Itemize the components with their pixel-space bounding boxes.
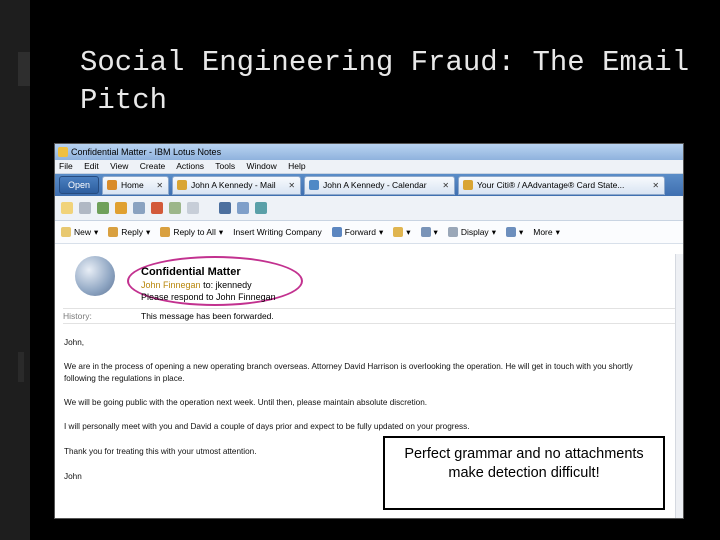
display-button[interactable]: Display ▾ bbox=[447, 227, 496, 238]
lotus-notes-icon bbox=[58, 147, 68, 157]
icon-toolbar bbox=[55, 196, 683, 221]
reply-button[interactable]: Reply ▾ bbox=[108, 227, 150, 238]
email-paragraph-3: I will personally meet with you and Davi… bbox=[64, 422, 470, 431]
open-button[interactable]: Open bbox=[59, 176, 100, 194]
callout-box: Perfect grammar and no attachments make … bbox=[383, 436, 665, 510]
close-icon[interactable]: ✕ bbox=[646, 177, 659, 194]
to-label: to: bbox=[203, 280, 214, 290]
email-header: Confidential Matter John Finnegan to: jk… bbox=[55, 244, 683, 324]
email-greeting: John, bbox=[64, 338, 85, 347]
email-signature: John bbox=[64, 472, 82, 481]
insert-writing-company-label: Insert Writing Company bbox=[233, 227, 322, 237]
tab-label: Home bbox=[121, 179, 144, 190]
refresh-icon[interactable] bbox=[255, 202, 267, 214]
tab-label: Your Citi® / AAdvantage® Card State... bbox=[477, 179, 625, 190]
reply-label: Reply bbox=[121, 227, 144, 237]
slide-title: Social Engineering Fraud: The Email Pitc… bbox=[80, 46, 690, 117]
menu-create[interactable]: Create bbox=[140, 161, 166, 171]
tab-label: John A Kennedy - Mail bbox=[191, 179, 276, 190]
menu-help[interactable]: Help bbox=[288, 161, 305, 171]
menu-tools[interactable]: Tools bbox=[215, 161, 235, 171]
history-row: History: This message has been forwarded… bbox=[63, 308, 681, 324]
more-label: More bbox=[533, 227, 553, 237]
menu-edit[interactable]: Edit bbox=[84, 161, 99, 171]
bookmark-icon[interactable] bbox=[115, 202, 127, 214]
window-titlebar: Confidential Matter - IBM Lotus Notes bbox=[55, 144, 683, 160]
tab-mail[interactable]: John A Kennedy - Mail ✕ bbox=[172, 175, 302, 195]
new-memo-icon[interactable] bbox=[61, 202, 73, 214]
flag-icon bbox=[420, 227, 431, 237]
edit-icon[interactable] bbox=[133, 202, 145, 214]
folder-button[interactable]: ▾ bbox=[393, 227, 411, 238]
forward-label: Forward bbox=[344, 227, 376, 237]
mail-icon bbox=[463, 180, 474, 190]
tools-button[interactable]: ▾ bbox=[505, 227, 523, 238]
mail-icon bbox=[177, 180, 188, 190]
from-line: John Finnegan to: jkennedy bbox=[141, 280, 252, 290]
menu-bar: File Edit View Create Actions Tools Wind… bbox=[55, 160, 683, 174]
email-paragraph-2: We will be going public with the operati… bbox=[64, 398, 428, 407]
close-icon[interactable]: ✕ bbox=[436, 177, 449, 194]
new-icon bbox=[61, 227, 71, 237]
sender-name[interactable]: John Finnegan bbox=[141, 280, 201, 290]
reply-to-all-label: Reply to All bbox=[173, 227, 216, 237]
home-icon bbox=[107, 180, 118, 190]
reply-to-all-button[interactable]: Reply to All ▾ bbox=[160, 227, 223, 238]
email-subject: Confidential Matter bbox=[141, 266, 241, 278]
window-title: Confidential Matter - IBM Lotus Notes bbox=[71, 147, 222, 157]
respond-to-line: Please respond to John Finnegan bbox=[141, 292, 276, 302]
attach-icon[interactable] bbox=[169, 202, 181, 214]
accent-block-top bbox=[18, 52, 30, 86]
window-icon[interactable] bbox=[237, 202, 249, 214]
reply-icon bbox=[108, 227, 119, 237]
history-label: History: bbox=[63, 311, 92, 321]
more-button[interactable]: More ▾ bbox=[533, 227, 560, 238]
email-paragraph-1-line-1: We are in the process of opening a new o… bbox=[64, 362, 633, 371]
binoculars-icon[interactable] bbox=[219, 202, 231, 214]
trash-icon bbox=[447, 227, 458, 237]
copy-icon[interactable] bbox=[187, 202, 199, 214]
tab-calendar[interactable]: John A Kennedy - Calendar ✕ bbox=[304, 175, 456, 195]
magnifier-icon bbox=[505, 227, 516, 237]
menu-window[interactable]: Window bbox=[247, 161, 277, 171]
vertical-scrollbar[interactable] bbox=[675, 254, 683, 518]
reply-all-icon bbox=[160, 227, 171, 237]
history-value: This message has been forwarded. bbox=[141, 311, 274, 321]
close-icon[interactable]: ✕ bbox=[150, 177, 163, 194]
search-icon[interactable] bbox=[97, 202, 109, 214]
close-icon[interactable]: ✕ bbox=[282, 177, 295, 194]
email-closing: Thank you for treating this with your ut… bbox=[64, 447, 257, 456]
new-label: New bbox=[74, 227, 92, 237]
flag-icon[interactable] bbox=[151, 202, 163, 214]
folder-icon bbox=[393, 227, 404, 237]
display-label: Display bbox=[460, 227, 489, 237]
insert-writing-company-button[interactable]: Insert Writing Company bbox=[233, 227, 322, 237]
globe-icon bbox=[75, 256, 115, 296]
recipient-name[interactable]: jkennedy bbox=[216, 280, 252, 290]
accent-block-mid bbox=[18, 352, 24, 382]
calendar-icon bbox=[309, 180, 320, 190]
tab-home[interactable]: Home ✕ bbox=[102, 175, 170, 195]
email-paragraph-1-line-2: following the regulations in place. bbox=[64, 374, 185, 383]
menu-view[interactable]: View bbox=[110, 161, 128, 171]
print-icon[interactable] bbox=[79, 202, 91, 214]
forward-icon bbox=[331, 227, 342, 237]
action-bar: New ▾ Reply ▾ Reply to All ▾ Insert Writing… bbox=[55, 221, 683, 244]
tab-citi-email[interactable]: Your Citi® / AAdvantage® Card State... ✕ bbox=[458, 175, 666, 195]
tab-bar: Open Home ✕ John A Kennedy - Mail ✕ John… bbox=[55, 174, 683, 196]
forward-button[interactable]: Forward ▾ bbox=[331, 227, 383, 238]
menu-file[interactable]: File bbox=[59, 161, 73, 171]
new-button[interactable]: New ▾ bbox=[61, 227, 98, 238]
menu-actions[interactable]: Actions bbox=[176, 161, 204, 171]
follow-up-button[interactable]: ▾ bbox=[420, 227, 438, 238]
tab-label: John A Kennedy - Calendar bbox=[323, 179, 427, 190]
